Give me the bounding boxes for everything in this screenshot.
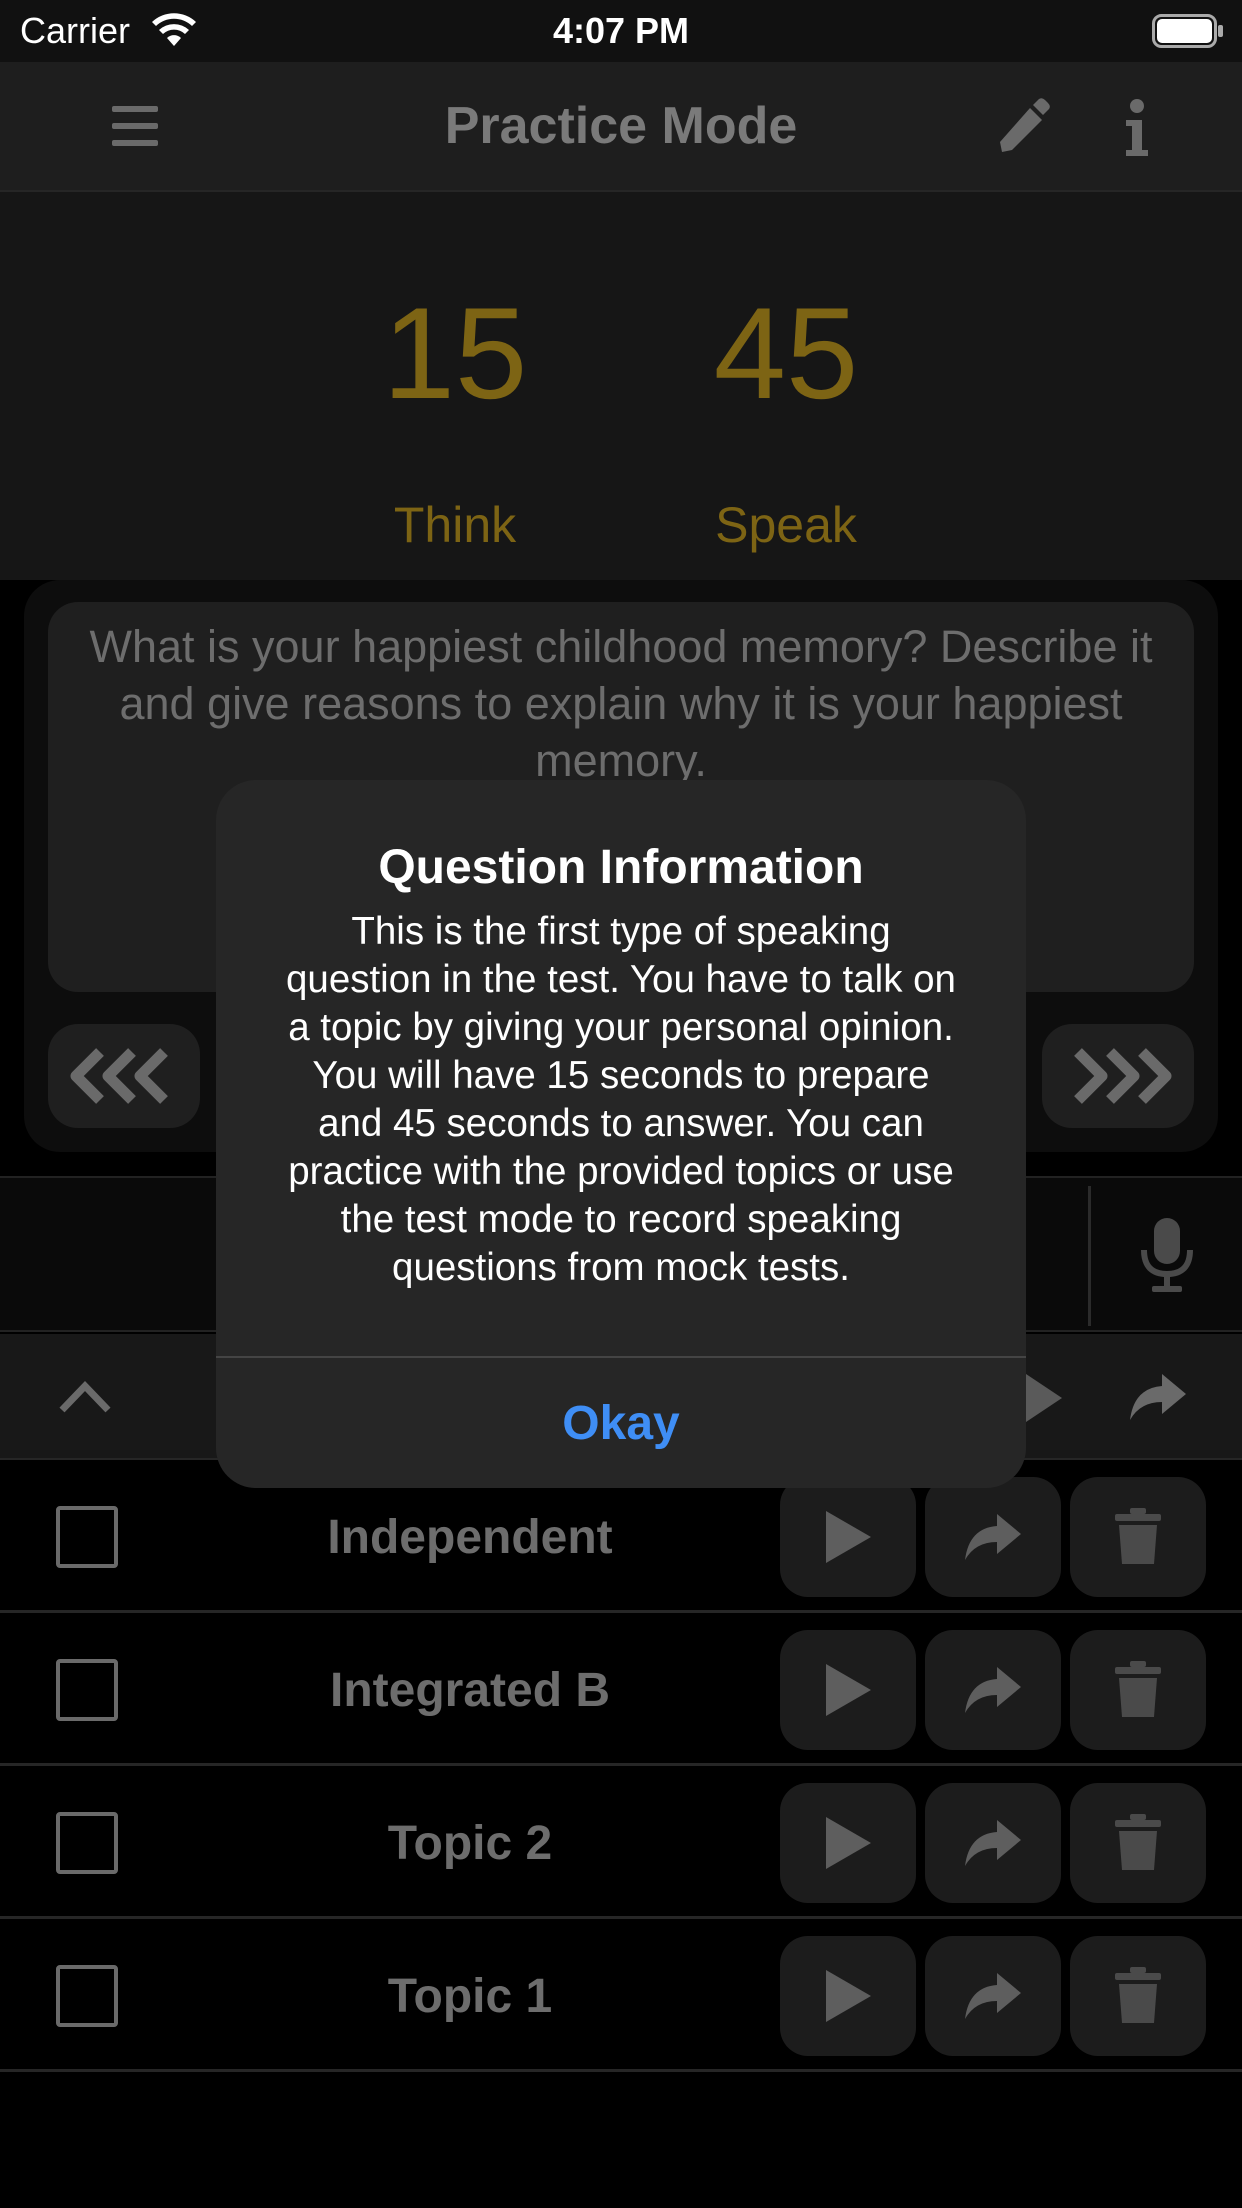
alert-message: This is the first type of speaking quest… — [286, 910, 956, 1289]
okay-button[interactable]: Okay — [216, 1358, 1026, 1488]
alert-title: Question Information — [378, 841, 864, 894]
question-info-alert: Question Information This is the first t… — [216, 780, 1026, 1488]
